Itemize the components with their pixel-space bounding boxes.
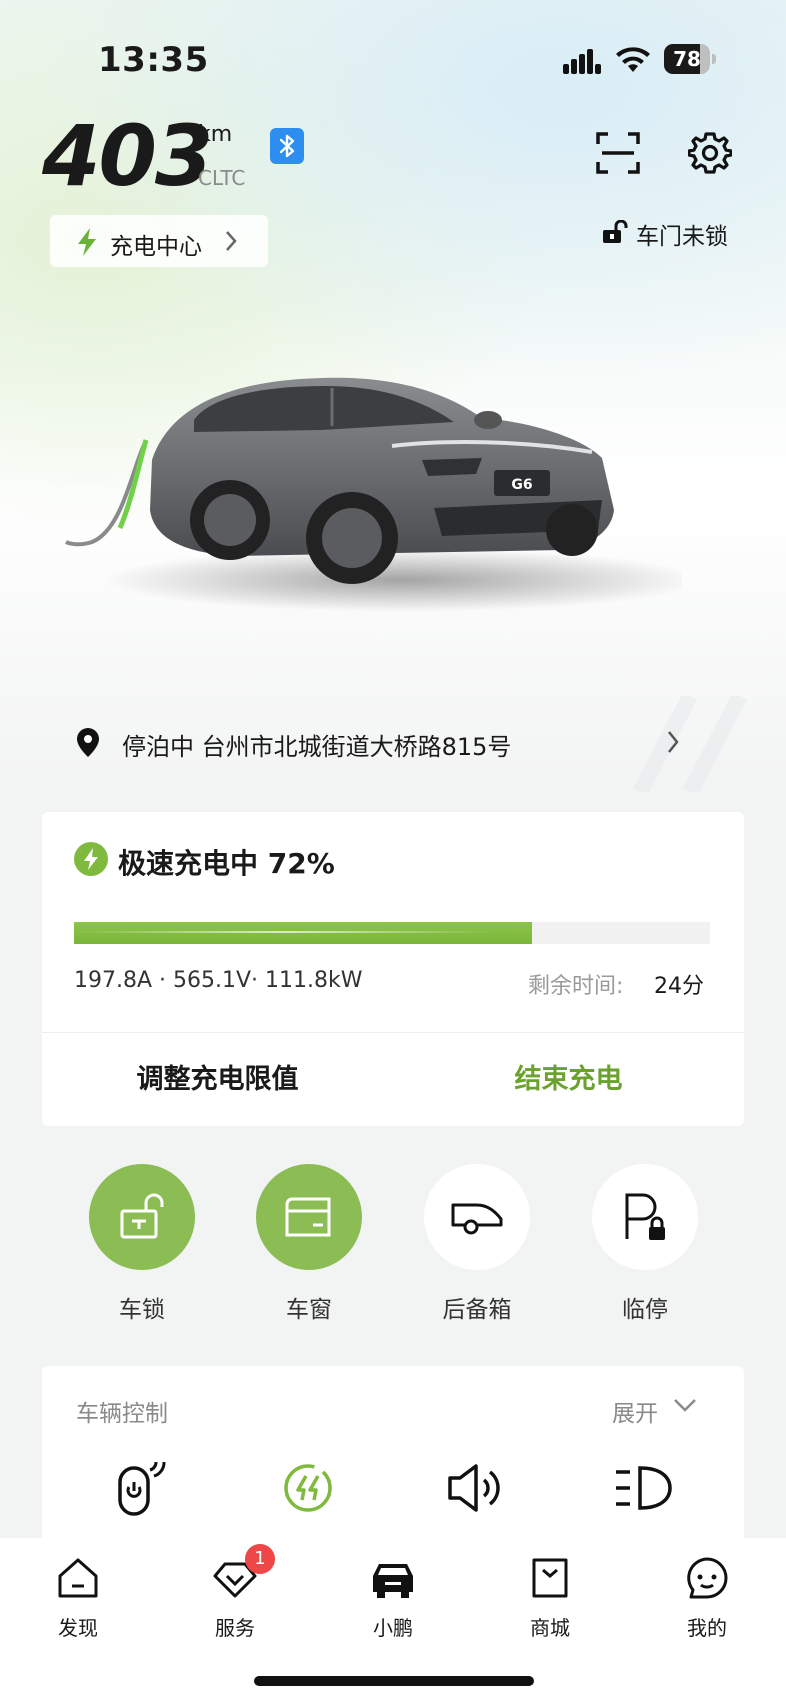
quick-action-label: 车锁: [119, 1297, 165, 1323]
nav-label: 我的: [687, 1616, 727, 1640]
nav-service[interactable]: 1 服务: [185, 1544, 285, 1646]
bluetooth-icon[interactable]: [270, 128, 304, 164]
unlock-icon: [603, 220, 628, 243]
nav-discover[interactable]: 发现: [28, 1556, 128, 1646]
end-charge-button[interactable]: 结束充电: [393, 1033, 744, 1126]
charging-title: 极速充电中 72%: [118, 847, 335, 880]
nav-label: 发现: [58, 1616, 98, 1640]
lightning-icon: [78, 228, 96, 256]
remaining-time-value: 24分: [654, 974, 704, 999]
location-pin-icon: [77, 728, 99, 757]
nav-shop[interactable]: 商城: [500, 1556, 600, 1646]
quick-action-label: 临停: [622, 1297, 668, 1323]
door-status-label: 车门未锁: [636, 224, 728, 250]
charging-stats: 197.8A · 565.1V· 111.8kW: [74, 968, 363, 993]
home-icon: [58, 1558, 98, 1598]
range-standard: CLTC: [198, 166, 246, 190]
notification-badge: 1: [245, 1544, 275, 1574]
status-bar: 13:35 78: [0, 40, 786, 80]
parking-location[interactable]: 停泊中 台州市北城街道大桥路815号: [40, 696, 748, 792]
nav-profile[interactable]: 我的: [657, 1556, 757, 1646]
profile-icon: [687, 1557, 728, 1599]
location-text: 停泊中 台州市北城街道大桥路815号: [122, 733, 512, 761]
chevron-down-icon[interactable]: [672, 1396, 698, 1414]
charging-card: 极速充电中 72% 197.8A · 565.1V· 111.8kW 剩余时间:…: [42, 812, 744, 1126]
nav-label: 服务: [215, 1616, 255, 1640]
expand-button[interactable]: 展开: [612, 1394, 658, 1428]
home-indicator[interactable]: [254, 1676, 534, 1686]
wifi-icon: [616, 47, 650, 72]
fast-charge-icon[interactable]: [276, 1454, 340, 1518]
chevron-right-icon: [668, 731, 679, 753]
chevron-right-icon: [226, 231, 237, 251]
window-icon: [285, 1197, 331, 1237]
road-graphic: [632, 696, 748, 792]
unlock-icon: [120, 1193, 164, 1239]
scan-icon[interactable]: [596, 132, 640, 174]
quick-action-window[interactable]: 车窗: [256, 1164, 362, 1324]
svg-text:G6: G6: [511, 477, 532, 493]
remaining-time-label: 剩余时间:: [528, 974, 624, 999]
headlight-icon[interactable]: [612, 1454, 676, 1518]
nav-label: 商城: [530, 1616, 570, 1640]
adjust-charge-limit-button[interactable]: 调整充电限值: [42, 1033, 393, 1126]
nav-xiaopeng[interactable]: 小鹏: [343, 1556, 443, 1646]
charge-center-button[interactable]: 充电中心: [50, 215, 268, 267]
battery-level: 78: [673, 47, 701, 71]
battery-indicator: 78: [664, 44, 716, 74]
range-unit: km: [198, 122, 233, 147]
charging-status-icon: [74, 842, 108, 876]
parking-lock-icon: [625, 1193, 665, 1240]
range-value: 403: [42, 107, 213, 205]
shop-icon: [532, 1558, 568, 1598]
car-icon: [373, 1564, 413, 1598]
charging-progress-bar: [74, 922, 710, 944]
quick-action-temp-parking[interactable]: 临停: [592, 1164, 698, 1324]
cellular-signal-icon: [563, 49, 601, 74]
nav-label: 小鹏: [373, 1616, 413, 1640]
vehicle-control-panel: 车辆控制 展开: [42, 1366, 744, 1566]
remote-power-icon[interactable]: [110, 1454, 174, 1518]
status-time: 13:35: [98, 40, 209, 80]
vehicle-control-title: 车辆控制: [76, 1401, 168, 1427]
quick-action-label: 后备箱: [442, 1297, 512, 1323]
gear-icon[interactable]: [688, 131, 732, 175]
car-image: G6: [65, 377, 682, 612]
charge-center-label: 充电中心: [110, 234, 202, 260]
quick-action-trunk[interactable]: 后备箱: [424, 1164, 530, 1324]
horn-icon[interactable]: [444, 1454, 508, 1518]
quick-action-lock[interactable]: 车锁: [89, 1164, 195, 1324]
trunk-icon: [451, 1203, 503, 1235]
quick-action-label: 车窗: [286, 1297, 332, 1323]
